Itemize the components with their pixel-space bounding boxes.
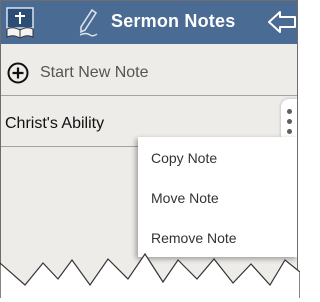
torn-edge [0, 252, 300, 302]
